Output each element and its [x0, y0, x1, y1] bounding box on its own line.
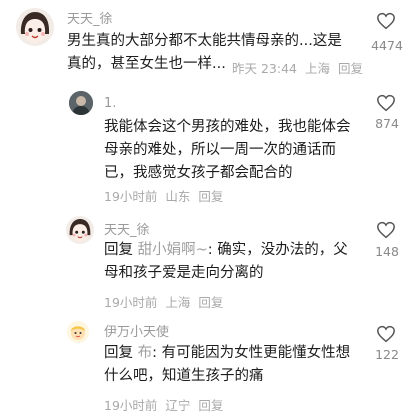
- like-count: 874: [375, 116, 399, 131]
- timestamp: 昨天 23:44: [232, 61, 297, 76]
- reply-button[interactable]: 回复: [198, 295, 223, 310]
- comment-meta: 19小时前 辽宁 回复: [104, 395, 223, 414]
- comment-text-first: : 确实，没办法的，父: [207, 242, 348, 258]
- reply-button[interactable]: 回复: [198, 189, 223, 204]
- reply-button[interactable]: 回复: [198, 398, 223, 413]
- reply-button[interactable]: 回复: [338, 61, 363, 76]
- timestamp: 19小时前: [104, 189, 158, 204]
- username[interactable]: 天天_徐: [67, 8, 113, 27]
- comment-line: 回复 甜小娟啊~: 确实，没办法的，父: [104, 239, 348, 262]
- comment-line: 已，我感觉女孩子都会配合的: [104, 165, 293, 181]
- location: 辽宁: [165, 398, 191, 413]
- comment-4: 伊万小天使 回复 布: 有可能因为女性更能懂女性想 什么吧，知道生孩子的痛 19…: [0, 311, 416, 415]
- comment-line: 母和孩子爱是走向分离的: [104, 265, 264, 281]
- comment-line: 母亲的难处，所以一周一次的通话而: [104, 142, 336, 158]
- heart-outline-icon[interactable]: [376, 325, 396, 343]
- comment-meta: 昨天 23:44 上海 回复: [232, 58, 363, 77]
- like-count: 4474: [371, 38, 403, 53]
- location: 上海: [305, 61, 331, 76]
- comment-text: 我能体会这个男孩的难处，我也能体会 母亲的难处，所以一周一次的通话而 已，我感觉…: [104, 116, 351, 185]
- comment-3: 天天_徐 回复 甜小娟啊~: 确实，没办法的，父 母和孩子爱是走向分离的 19小…: [0, 206, 416, 311]
- like-count: 122: [375, 347, 399, 362]
- timestamp: 19小时前: [104, 398, 158, 413]
- location: 上海: [165, 295, 191, 310]
- username[interactable]: 天天_徐: [104, 219, 150, 238]
- reply-to-user[interactable]: 甜小娟啊~: [138, 242, 208, 258]
- avatar[interactable]: [69, 91, 93, 115]
- timestamp: 19小时前: [104, 295, 158, 310]
- comment-2: 1. 我能体会这个男孩的难处，我也能体会 母亲的难处，所以一周一次的通话而 已，…: [0, 86, 416, 206]
- avatar[interactable]: [16, 8, 54, 46]
- comment-text-first: : 有可能因为女性更能懂女性想: [152, 345, 351, 361]
- avatar[interactable]: [67, 321, 89, 343]
- heart-outline-icon[interactable]: [376, 221, 396, 239]
- username[interactable]: 1.: [104, 96, 116, 111]
- heart-outline-icon[interactable]: [376, 12, 396, 30]
- username[interactable]: 伊万小天使: [104, 321, 169, 340]
- comment-1: 天天_徐 男生真的大部分都不太能共情母亲的...这是 真的，甚至女生也一样...…: [0, 0, 416, 88]
- comment-text: 回复 布: 有可能因为女性更能懂女性想 什么吧，知道生孩子的痛: [104, 342, 350, 388]
- comment-text: 回复 甜小娟啊~: 确实，没办法的，父 母和孩子爱是走向分离的: [104, 239, 348, 285]
- comment-meta: 19小时前 上海 回复: [104, 292, 223, 311]
- reply-to-user[interactable]: 布: [138, 345, 153, 361]
- comment-meta: 19小时前 山东 回复: [104, 186, 223, 205]
- reply-prefix: 回复: [104, 242, 133, 258]
- comment-line: 我能体会这个男孩的难处，我也能体会: [104, 119, 351, 135]
- comment-line: 什么吧，知道生孩子的痛: [104, 368, 264, 384]
- comment-line: 回复 布: 有可能因为女性更能懂女性想: [104, 342, 350, 365]
- heart-outline-icon[interactable]: [376, 94, 396, 112]
- reply-prefix: 回复: [104, 345, 133, 361]
- comment-line: 真的，甚至女生也一样...: [67, 56, 226, 72]
- like-count: 148: [375, 244, 399, 259]
- comment-line: 男生真的大部分都不太能共情母亲的...这是: [67, 33, 342, 49]
- avatar[interactable]: [66, 216, 94, 244]
- location: 山东: [165, 189, 191, 204]
